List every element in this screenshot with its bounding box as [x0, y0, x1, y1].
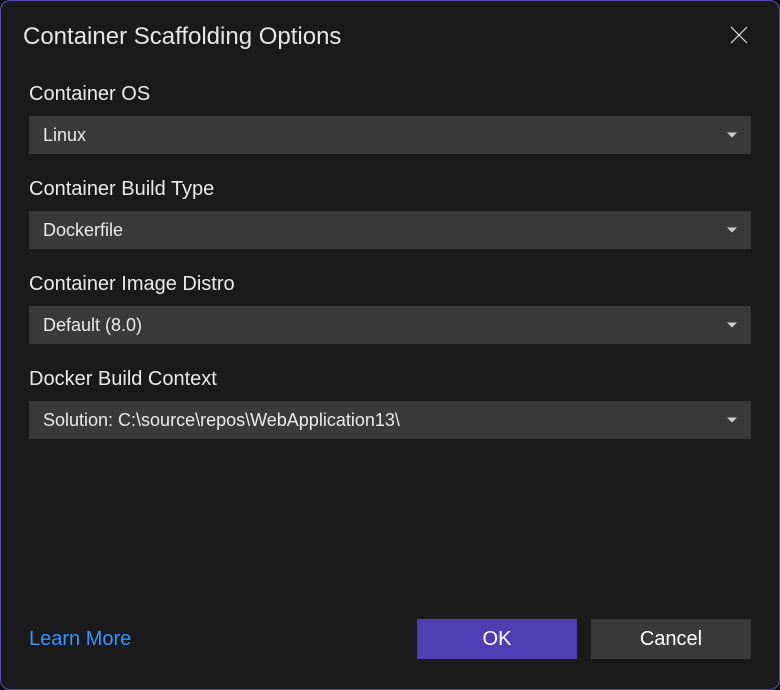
image-distro-label: Container Image Distro	[29, 273, 751, 296]
build-type-select[interactable]: Dockerfile	[29, 211, 751, 249]
ok-button[interactable]: OK	[417, 619, 577, 659]
chevron-down-icon	[727, 228, 737, 233]
image-distro-value: Default (8.0)	[43, 315, 142, 336]
image-distro-select[interactable]: Default (8.0)	[29, 306, 751, 344]
chevron-down-icon	[727, 418, 737, 423]
learn-more-link[interactable]: Learn More	[29, 628, 131, 651]
field-build-type: Container Build Type Dockerfile	[29, 178, 751, 249]
build-context-select[interactable]: Solution: C:\source\repos\WebApplication…	[29, 401, 751, 439]
dialog-title: Container Scaffolding Options	[23, 23, 341, 51]
container-scaffolding-dialog: Container Scaffolding Options Container …	[0, 0, 780, 690]
build-type-label: Container Build Type	[29, 178, 751, 201]
container-os-value: Linux	[43, 125, 86, 146]
button-row: OK Cancel	[417, 619, 751, 659]
field-image-distro: Container Image Distro Default (8.0)	[29, 273, 751, 344]
build-type-value: Dockerfile	[43, 220, 123, 241]
close-button[interactable]	[721, 19, 757, 55]
field-build-context: Docker Build Context Solution: C:\source…	[29, 368, 751, 439]
dialog-footer: Learn More OK Cancel	[1, 619, 779, 689]
titlebar: Container Scaffolding Options	[1, 1, 779, 63]
build-context-value: Solution: C:\source\repos\WebApplication…	[43, 410, 400, 431]
dialog-content: Container OS Linux Container Build Type …	[1, 63, 779, 619]
chevron-down-icon	[727, 323, 737, 328]
container-os-select[interactable]: Linux	[29, 116, 751, 154]
container-os-label: Container OS	[29, 83, 751, 106]
build-context-label: Docker Build Context	[29, 368, 751, 391]
cancel-button[interactable]: Cancel	[591, 619, 751, 659]
field-container-os: Container OS Linux	[29, 83, 751, 154]
chevron-down-icon	[727, 133, 737, 138]
close-icon	[730, 26, 748, 49]
